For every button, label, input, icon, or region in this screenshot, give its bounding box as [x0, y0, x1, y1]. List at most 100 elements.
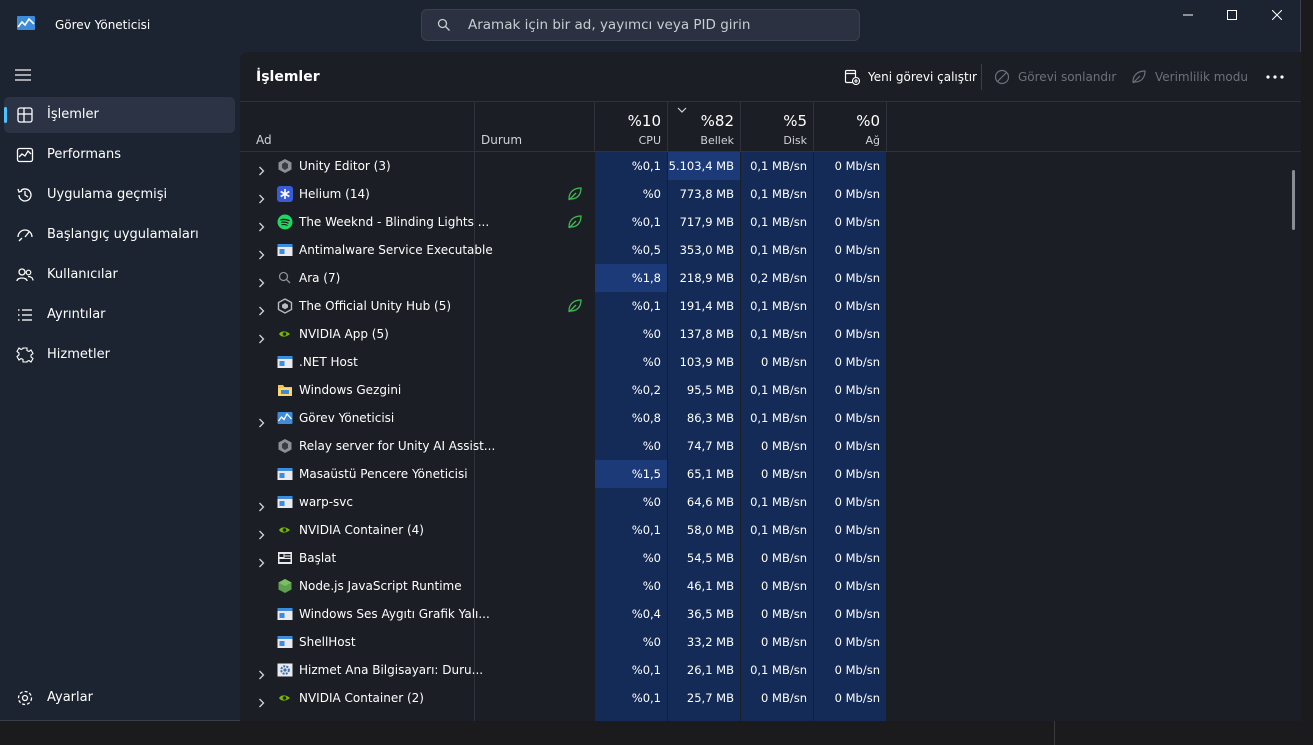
network-cell: 0 Mb/sn: [834, 411, 880, 425]
process-name: Relay server for Unity AI Assist...: [299, 439, 496, 453]
minimize-icon: [1183, 14, 1193, 16]
chevron-right-icon[interactable]: [258, 329, 265, 344]
search-input[interactable]: [468, 10, 848, 40]
chevron-right-icon[interactable]: [258, 301, 265, 316]
sidebar-item-users[interactable]: Kullanıcılar: [4, 257, 235, 293]
sidebar-item-settings[interactable]: Ayarlar: [4, 680, 235, 716]
table-row[interactable]: The Official Unity Hub (5) %0,1 191,4 MB 0,…: [240, 292, 1301, 320]
sidebar-item-label: Performans: [47, 147, 122, 162]
column-header-status[interactable]: Durum: [475, 102, 595, 152]
sidebar-item-services[interactable]: Hizmetler: [4, 337, 235, 373]
table-row[interactable]: NVIDIA App (5) %0 137,8 MB 0,1 MB/sn 0 Mb/sn: [240, 320, 1301, 348]
chevron-right-icon[interactable]: [258, 497, 265, 512]
table-row[interactable]: Masaüstü Pencere Yöneticisi %1,5 65,1 MB 0 …: [240, 460, 1301, 488]
sidebar-item-processes[interactable]: İşlemler: [4, 97, 235, 133]
efficiency-mode-button[interactable]: Verimlilik modu: [1131, 67, 1248, 87]
table-row[interactable]: Node.js JavaScript Runtime %0 46,1 MB 0 MB/…: [240, 572, 1301, 600]
prohibited-icon: [994, 69, 1010, 85]
disk-cell: 0,2 MB/sn: [750, 271, 807, 285]
chevron-right-icon[interactable]: [258, 273, 265, 288]
close-button[interactable]: [1254, 0, 1300, 30]
table-row[interactable]: Windows Gezgini %0,2 95,5 MB 0,1 MB/sn 0 Mb/…: [240, 376, 1301, 404]
cpu-cell: %0: [642, 579, 661, 593]
table-row[interactable]: Relay server for Unity AI Assist... %0 74,…: [240, 432, 1301, 460]
sidebar-item-startup-apps[interactable]: Başlangıç uygulamaları: [4, 217, 235, 253]
chevron-right-icon[interactable]: [258, 245, 265, 260]
chevron-right-icon[interactable]: [258, 525, 265, 540]
table-row[interactable]: ShellHost %0 33,2 MB 0 MB/sn 0 Mb/sn: [240, 628, 1301, 656]
cpu-cell: %0: [642, 635, 661, 649]
column-header-name[interactable]: Ad: [240, 102, 475, 152]
minimize-button[interactable]: [1165, 0, 1211, 30]
nodejs-icon: [277, 578, 293, 594]
run-new-task-button[interactable]: Yeni görevi çalıştır: [844, 67, 977, 87]
end-task-button[interactable]: Görevi sonlandır: [994, 67, 1116, 87]
table-row[interactable]: Başlat %0 54,5 MB 0 MB/sn 0 Mb/sn: [240, 544, 1301, 572]
table-row[interactable]: .NET Host %0 103,9 MB 0 MB/sn 0 Mb/sn: [240, 348, 1301, 376]
process-list: Unity Editor (3) %0,1 5.103,4 MB 0,1 MB/sn 0…: [240, 152, 1301, 721]
unity-icon: [277, 158, 293, 174]
desktop-background: [1301, 0, 1313, 745]
process-name: Antimalware Service Executable: [299, 243, 493, 257]
toolbar-separator: [981, 64, 982, 90]
memory-cell: 353,0 MB: [679, 243, 734, 257]
table-row[interactable]: Görev Yöneticisi %0,8 86,3 MB 0,1 MB/sn 0 Mb…: [240, 404, 1301, 432]
column-header-network[interactable]: %0 Ağ: [814, 102, 887, 152]
network-cell: 0 Mb/sn: [834, 243, 880, 257]
table-row[interactable]: Windows Ses Aygıtı Grafik Yalı... %0,4 36,…: [240, 600, 1301, 628]
network-cell: 0 Mb/sn: [834, 691, 880, 705]
sidebar-item-performance[interactable]: Performans: [4, 137, 235, 173]
process-name: ShellHost: [299, 635, 356, 649]
table-row[interactable]: Unity Editor (3) %0,1 5.103,4 MB 0,1 MB/sn 0…: [240, 152, 1301, 180]
table-row[interactable]: Hizmet Ana Bilgisayarı: Duru... %0,1 26,1 …: [240, 656, 1301, 684]
maximize-icon: [1227, 10, 1237, 20]
chevron-right-icon[interactable]: [258, 161, 265, 176]
table-row[interactable]: Ara (7) %1,8 218,9 MB 0,2 MB/sn 0 Mb/sn: [240, 264, 1301, 292]
window-app-icon: [277, 606, 293, 622]
title-bar: Görev Yöneticisi: [0, 0, 1301, 50]
network-cell: 0 Mb/sn: [834, 299, 880, 313]
table-row[interactable]: Helium (14) %0 773,8 MB 0,1 MB/sn 0 Mb/sn: [240, 180, 1301, 208]
efficiency-leaf-icon: [567, 186, 583, 202]
table-row[interactable]: The Weeknd - Blinding Lights ... %0,1 717,…: [240, 208, 1301, 236]
cpu-cell: %0,1: [631, 663, 661, 677]
process-name: Windows Gezgini: [299, 383, 402, 397]
chevron-right-icon[interactable]: [258, 189, 265, 204]
column-header-cpu[interactable]: %10 CPU: [595, 102, 668, 152]
sidebar-item-label: Hizmetler: [47, 347, 110, 362]
search-box[interactable]: [421, 9, 860, 41]
hamburger-menu-icon[interactable]: [14, 68, 32, 82]
cpu-cell: %0,1: [631, 215, 661, 229]
active-indicator: [4, 107, 7, 123]
chevron-right-icon[interactable]: [258, 217, 265, 232]
chevron-right-icon[interactable]: [258, 413, 265, 428]
table-row[interactable]: Antimalware Service Executable %0,5 353,0 …: [240, 236, 1301, 264]
column-header-disk[interactable]: %5 Disk: [741, 102, 814, 152]
disk-cell: 0 MB/sn: [761, 355, 807, 369]
table-row[interactable]: NVIDIA Container (4) %0,1 58,0 MB 0,1 MB/sn…: [240, 516, 1301, 544]
memory-cell: 5.103,4 MB: [668, 152, 740, 180]
sidebar-item-app-history[interactable]: Uygulama geçmişi: [4, 177, 235, 213]
table-row[interactable]: NVIDIA Container (2) %0,1 25,7 MB 0 MB/sn 0 …: [240, 684, 1301, 712]
efficiency-leaf-icon: [567, 298, 583, 314]
table-row[interactable]: warp-svc %0 64,6 MB 0,1 MB/sn 0 Mb/sn: [240, 488, 1301, 516]
network-cell: 0 Mb/sn: [834, 579, 880, 593]
leaf-icon: [1132, 70, 1146, 84]
chevron-right-icon[interactable]: [258, 553, 265, 568]
sidebar-item-details[interactable]: Ayrıntılar: [4, 297, 235, 333]
process-name: .NET Host: [299, 355, 358, 369]
maximize-button[interactable]: [1209, 0, 1255, 30]
chevron-right-icon[interactable]: [258, 693, 265, 708]
more-options-icon[interactable]: [1266, 75, 1284, 79]
network-cell: 0 Mb/sn: [834, 327, 880, 341]
process-name: NVIDIA App (5): [299, 327, 389, 341]
disk-cell: 0 MB/sn: [761, 691, 807, 705]
vertical-scrollbar[interactable]: [1292, 170, 1295, 230]
column-header-memory[interactable]: %82 Bellek: [668, 102, 741, 152]
disk-cell: 0,1 MB/sn: [750, 327, 807, 341]
history-icon: [17, 188, 32, 202]
cpu-cell: %0: [642, 355, 661, 369]
network-cell: 0 Mb/sn: [834, 159, 880, 173]
chevron-right-icon[interactable]: [258, 665, 265, 680]
processes-icon: [17, 107, 33, 123]
